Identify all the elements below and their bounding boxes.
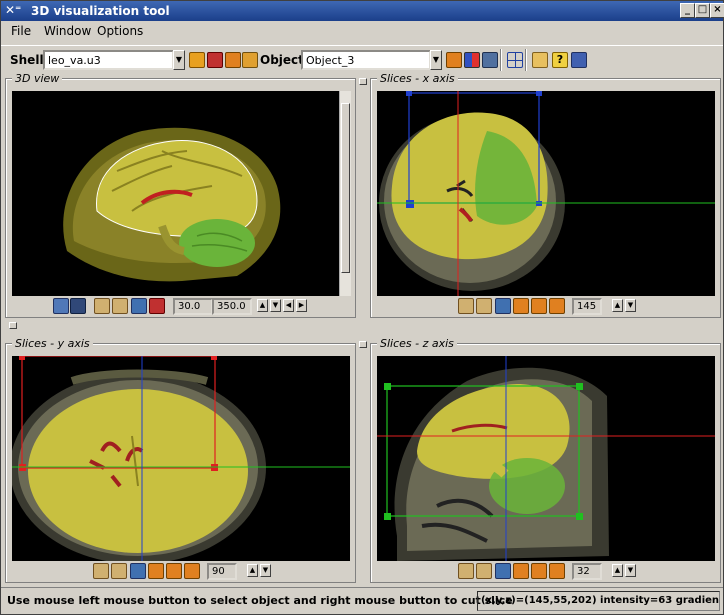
delete-icon[interactable] [225,52,241,68]
rotate-down-button[interactable]: ▼ [270,299,281,312]
application-window: ✕⁼ 3D visualization tool _ □ × File Wind… [0,0,724,615]
zoom-out-icon[interactable] [112,298,128,314]
rotate-up-button[interactable]: ▲ [257,299,268,312]
horizontal-splitter-handle[interactable] [9,322,17,329]
x-axis-controls: 145 ▲ ▼ [456,298,656,316]
flip-horizontal-icon[interactable] [148,563,164,579]
menu-file[interactable]: File [11,24,31,38]
y-slice-up-button[interactable]: ▲ [247,564,258,577]
window-icon[interactable] [53,298,69,314]
filter-icon[interactable] [242,52,258,68]
graph-icon[interactable] [532,52,548,68]
z-axis-controls: 32 ▲ ▼ [456,563,656,581]
rotate-icon[interactable] [149,298,165,314]
zoom-in-icon[interactable] [458,298,474,314]
color-map-icon[interactable] [464,52,480,68]
slice-y-render [12,356,350,561]
view-x-axis-canvas[interactable] [377,91,715,296]
view-3d-canvas[interactable] [12,91,339,296]
object-info-icon[interactable] [482,52,498,68]
menu-window[interactable]: Window [44,24,91,38]
scrollbar-thumb[interactable] [341,103,350,273]
panel-title-z-axis: Slices - z axis [377,337,457,350]
maximize-button[interactable]: □ [695,3,710,18]
open-folder-icon[interactable] [189,52,205,68]
x-icon[interactable]: ✕⁼ [5,3,21,18]
slice-z-render [377,356,715,561]
status-message: Use mouse left mouse button to select ob… [7,594,513,607]
object-select[interactable]: Object_3 [301,50,431,70]
swap-icon[interactable] [166,563,182,579]
vertical-splitter-handle-bottom[interactable] [359,341,367,348]
y-axis-controls: 90 ▲ ▼ [91,563,291,581]
rotate-right-button[interactable]: ▶ [296,299,307,312]
shell-select[interactable]: leo_va.u3 [43,50,174,70]
y-slice-index[interactable]: 90 [207,563,237,580]
z-slice-down-button[interactable]: ▼ [625,564,636,577]
flip-horizontal-icon[interactable] [513,298,529,314]
zoom-in-icon[interactable] [458,563,474,579]
x-slice-up-button[interactable]: ▲ [612,299,623,312]
minimize-button[interactable]: _ [680,3,695,18]
view-y-axis-canvas[interactable] [12,356,350,561]
zoom-out-icon[interactable] [111,563,127,579]
x-slice-down-button[interactable]: ▼ [625,299,636,312]
snapshot-icon[interactable] [495,563,511,579]
view-3d-scrollbar[interactable] [339,91,351,296]
y-slice-down-button[interactable]: ▼ [260,564,271,577]
flip-vertical-icon[interactable] [184,563,200,579]
film-icon[interactable] [70,298,86,314]
save-icon[interactable] [207,52,223,68]
view-3d-angle-2[interactable]: 350.0 [212,298,252,315]
close-button[interactable]: × [710,3,724,18]
zoom-out-icon[interactable] [476,563,492,579]
title-bar[interactable]: ✕⁼ 3D visualization tool _ □ × [1,1,724,21]
view-3d-controls: 30.0 350.0 ▲ ▼ ◀ ▶ [51,298,351,316]
panel-title-x-axis: Slices - x axis [377,72,458,85]
object-properties-icon[interactable] [446,52,462,68]
panel-title-3d-view: 3D view [12,72,63,85]
brain-3d-render [63,127,281,282]
rotate-left-button[interactable]: ◀ [283,299,294,312]
x-slice-index[interactable]: 145 [572,298,602,315]
zoom-out-icon[interactable] [476,298,492,314]
vertical-splitter-handle-top[interactable] [359,78,367,85]
help-icon[interactable]: ? [552,52,568,68]
snapshot-icon[interactable] [130,563,146,579]
shell-dropdown-arrow[interactable]: ▼ [173,50,185,70]
z-slice-index[interactable]: 32 [572,563,602,580]
z-slice-up-button[interactable]: ▲ [612,564,623,577]
snapshot-icon[interactable] [131,298,147,314]
flip-horizontal-icon[interactable] [513,563,529,579]
toolbar: Shell: leo_va.u3 ▼ Object: Object_3 ▼ ? [1,45,723,73]
status-bar: Use mouse left mouse button to select ob… [1,587,723,614]
toolbar-separator [525,49,527,71]
layout-grid-icon[interactable] [507,52,523,68]
swap-icon[interactable] [531,298,547,314]
flip-vertical-icon[interactable] [549,298,565,314]
window-title: 3D visualization tool [31,4,170,18]
view-z-axis-canvas[interactable] [377,356,715,561]
status-coordinates: (x,y,z)=(145,55,202) intensity=63 gradie… [477,591,720,611]
flip-vertical-icon[interactable] [549,563,565,579]
panel-title-y-axis: Slices - y axis [12,337,93,350]
menu-options[interactable]: Options [97,24,143,38]
view-3d-angle-1[interactable]: 30.0 [173,298,213,315]
zoom-in-icon[interactable] [94,298,110,314]
exit-icon[interactable] [571,52,587,68]
menu-bar: File Window Options [1,21,723,41]
zoom-in-icon[interactable] [93,563,109,579]
slice-x-render [377,91,715,296]
snapshot-icon[interactable] [495,298,511,314]
object-dropdown-arrow[interactable]: ▼ [430,50,442,70]
swap-icon[interactable] [531,563,547,579]
toolbar-separator [500,49,502,71]
